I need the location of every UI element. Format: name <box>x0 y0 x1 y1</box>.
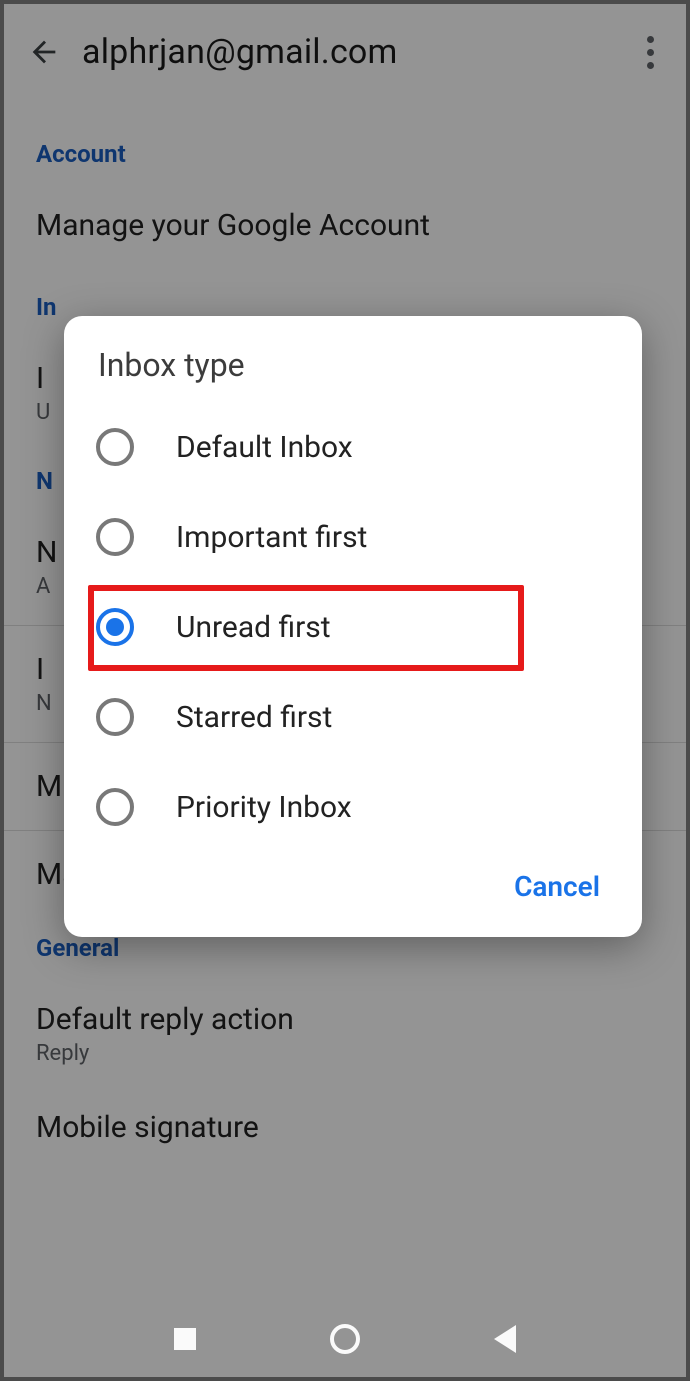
radio-icon <box>96 698 134 736</box>
nav-home-button[interactable] <box>325 1319 365 1359</box>
nav-recent-button[interactable] <box>165 1319 205 1359</box>
square-icon <box>174 1328 196 1350</box>
option-label: Priority Inbox <box>176 790 352 825</box>
option-label: Default Inbox <box>176 430 353 465</box>
cancel-button[interactable]: Cancel <box>506 860 608 913</box>
radio-selected-icon <box>96 608 134 646</box>
dialog-actions: Cancel <box>88 852 618 923</box>
option-unread-first[interactable]: Unread first <box>88 582 618 672</box>
radio-icon <box>96 428 134 466</box>
dialog-title: Inbox type <box>98 346 614 384</box>
circle-icon <box>330 1324 360 1354</box>
radio-icon <box>96 518 134 556</box>
option-label: Unread first <box>176 610 331 645</box>
option-priority-inbox[interactable]: Priority Inbox <box>88 762 618 852</box>
option-label: Starred first <box>176 700 332 735</box>
option-label: Important first <box>176 520 367 555</box>
triangle-left-icon <box>494 1325 516 1353</box>
option-starred-first[interactable]: Starred first <box>88 672 618 762</box>
android-nav-bar <box>4 1301 686 1377</box>
option-important-first[interactable]: Important first <box>88 492 618 582</box>
radio-icon <box>96 788 134 826</box>
option-default-inbox[interactable]: Default Inbox <box>88 402 618 492</box>
nav-back-button[interactable] <box>485 1319 525 1359</box>
inbox-type-dialog: Inbox type Default Inbox Important first… <box>64 316 642 937</box>
